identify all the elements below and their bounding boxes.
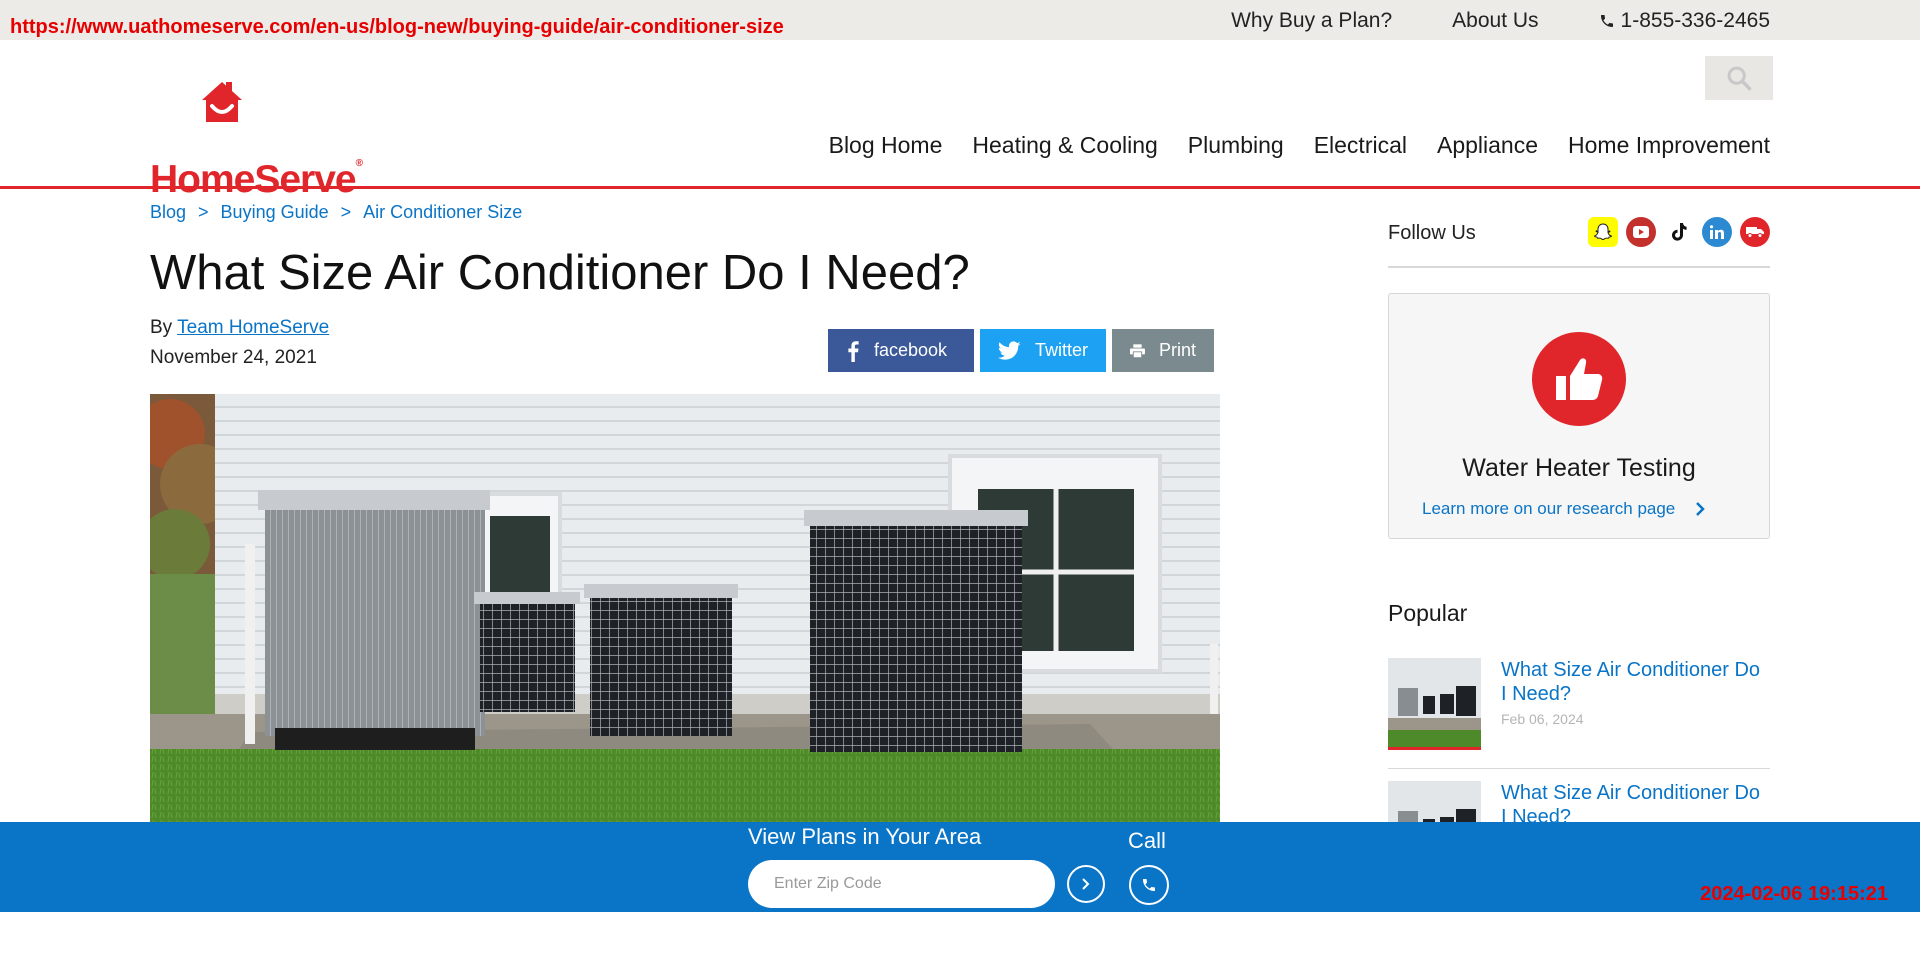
truck-icon[interactable] [1740,217,1770,247]
phone-link[interactable]: 1-855-336-2465 [1599,9,1770,33]
breadcrumb-blog[interactable]: Blog [150,202,186,223]
search-button[interactable] [1705,56,1773,100]
byline: By Team HomeServe [150,317,329,339]
view-plans-label: View Plans in Your Area [748,824,982,849]
breadcrumb-buying-guide[interactable]: Buying Guide [221,202,329,223]
hero-image [150,394,1220,822]
follow-us-label: Follow Us [1388,222,1476,244]
call-label: Call [1128,828,1166,853]
nav-appliance[interactable]: Appliance [1437,132,1538,159]
research-link-label: Learn more on our research page [1422,499,1676,518]
search-icon [1727,66,1752,91]
share-buttons: facebook Twitter Print [828,329,1214,372]
breadcrumb-separator: > [198,202,209,222]
url-overlay: https://www.uathomeserve.com/en-us/blog-… [10,16,784,38]
zip-submit-button[interactable] [1067,865,1105,903]
author-link[interactable]: Team HomeServe [177,317,329,338]
popular-thumbnail [1388,658,1481,750]
nav-electrical[interactable]: Electrical [1314,132,1407,159]
byline-prefix: By [150,317,173,338]
nav-plumbing[interactable]: Plumbing [1188,132,1284,159]
facebook-icon [848,340,859,362]
snapchat-icon[interactable] [1588,217,1618,247]
tiktok-icon[interactable] [1664,217,1694,247]
print-label: Print [1158,340,1196,360]
nav-home-improvement[interactable]: Home Improvement [1568,132,1770,159]
utility-links: Why Buy a Plan? About Us 1-855-336-2465 [1231,9,1770,33]
twitter-label: Twitter [1034,340,1088,360]
research-promo-card[interactable]: Water Heater Testing Learn more on our r… [1388,293,1770,539]
chevron-right-icon [1082,878,1090,890]
facebook-label: facebook [874,340,948,360]
research-page-link[interactable]: Learn more on our research page [1422,499,1706,519]
breadcrumb-air-conditioner-size[interactable]: Air Conditioner Size [363,202,522,223]
twitter-icon [998,340,1021,360]
popular-date: Feb 06, 2024 [1501,711,1584,727]
phone-icon [1143,879,1155,891]
follow-us: Follow Us [1388,210,1770,268]
print-icon [1130,343,1145,358]
nav-heating-cooling[interactable]: Heating & Cooling [972,132,1157,159]
zip-code-input[interactable] [748,860,1055,908]
logo-wordmark: HomeServe® [150,158,363,201]
popular-item[interactable]: What Size Air Conditioner Do I Need? Feb… [1388,658,1770,769]
site-header: HomeServe® Blog Home Heating & Cooling P… [0,40,1920,201]
about-us-link[interactable]: About Us [1452,9,1538,33]
popular-title: What Size Air Conditioner Do I Need? [1501,659,1761,705]
twitter-share-button[interactable]: Twitter [980,329,1106,372]
phone-number: 1-855-336-2465 [1620,9,1770,32]
thumbs-up-icon [1532,332,1626,426]
print-button[interactable]: Print [1112,329,1214,372]
popular-heading: Popular [1388,600,1468,626]
breadcrumb-separator: > [340,202,352,222]
page-title: What Size Air Conditioner Do I Need? [150,246,970,300]
nav-blog-home[interactable]: Blog Home [829,132,943,159]
why-buy-link[interactable]: Why Buy a Plan? [1231,9,1392,33]
homeserve-logo[interactable]: HomeServe® [150,80,370,201]
social-icons [1588,217,1770,247]
air-conditioner-units-image [150,394,1220,822]
house-logo-icon [202,82,242,122]
breadcrumb: Blog > Buying Guide > Air Conditioner Si… [150,202,522,223]
call-button[interactable] [1129,865,1169,905]
sticky-plans-bar: View Plans in Your Area Call [0,822,1920,912]
linkedin-icon[interactable] [1702,217,1732,247]
chevron-right-icon [1696,502,1706,516]
timestamp-overlay: 2024-02-06 19:15:21 [1700,883,1888,905]
facebook-share-button[interactable]: facebook [828,329,974,372]
phone-icon [1600,15,1613,27]
publish-date: November 24, 2021 [150,347,317,368]
promo-title: Water Heater Testing [1462,454,1696,482]
youtube-icon[interactable] [1626,217,1656,247]
main-nav: Blog Home Heating & Cooling Plumbing Ele… [829,132,1770,159]
